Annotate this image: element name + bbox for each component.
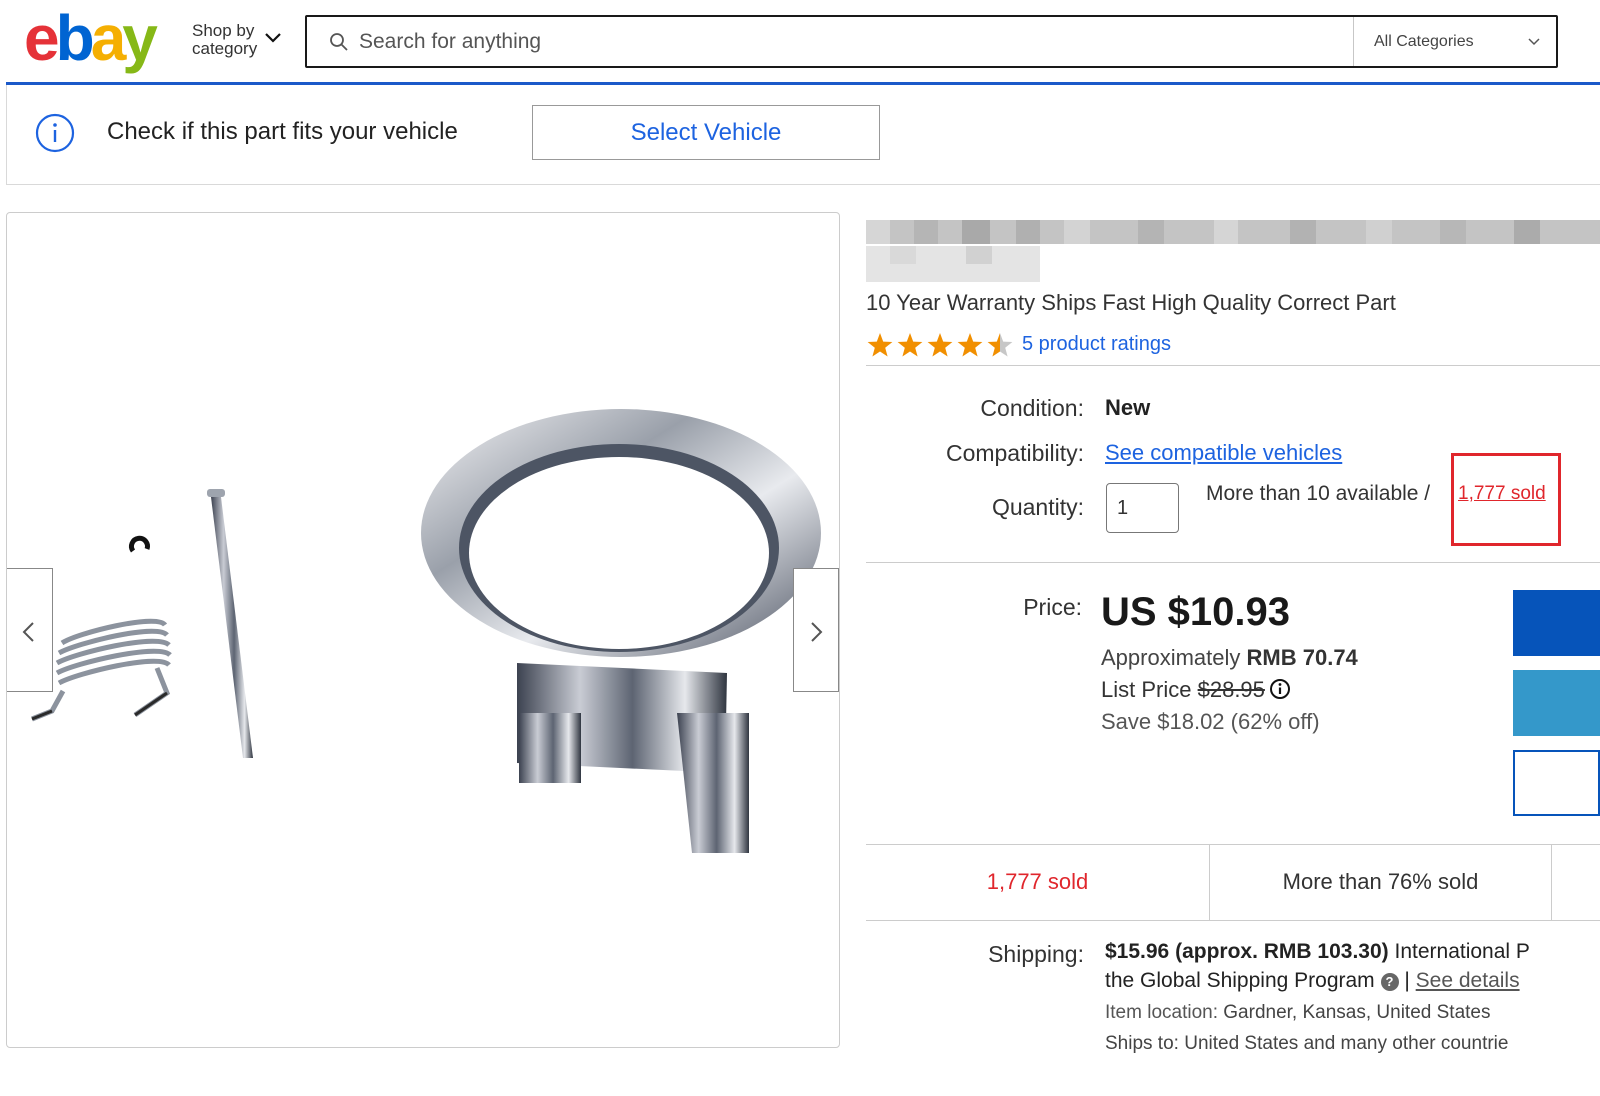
item-location-label: Item location: <box>1105 1002 1218 1023</box>
chevron-down-icon <box>1528 38 1540 46</box>
search-icon <box>330 33 348 51</box>
star-icon <box>957 333 983 357</box>
compatibility-label: Compatibility: <box>945 440 1084 466</box>
condition-value: New <box>1105 395 1151 420</box>
separator: | <box>1404 969 1410 992</box>
divider <box>866 365 1600 366</box>
product-image-gallery <box>6 212 840 1048</box>
search-input[interactable] <box>359 27 1339 57</box>
item-location-line: Item location: Gardner, Kansas, United S… <box>1105 1002 1491 1024</box>
category-select-label: All Categories <box>1374 33 1474 50</box>
shipping-approx: (approx. <box>1175 940 1258 963</box>
shop-by-label: Shop by <box>192 21 255 40</box>
approx-price: Approximately RMB 70.74 <box>1101 645 1358 671</box>
star-icon <box>897 333 923 357</box>
star-icon <box>987 333 1013 357</box>
list-price: List Price $28.95 <box>1101 677 1291 703</box>
savings-text: Save $18.02 (62% off) <box>1101 709 1320 734</box>
see-compatible-vehicles-link[interactable]: See compatible vehicles <box>1105 440 1342 466</box>
prev-image-button[interactable] <box>7 568 53 692</box>
see-details-link[interactable]: See details <box>1416 969 1520 992</box>
star-icon <box>867 333 893 357</box>
add-to-watchlist-button[interactable] <box>1513 750 1600 816</box>
shipping-rmb: RMB 103.30) <box>1263 940 1389 963</box>
shipping-program-line: the Global Shipping Program ? | See deta… <box>1105 969 1520 993</box>
ebay-logo[interactable]: ebay <box>24 8 180 74</box>
quantity-label: Quantity: <box>991 494 1084 520</box>
next-image-button[interactable] <box>793 568 839 692</box>
chevron-left-icon <box>22 622 34 642</box>
info-icon[interactable] <box>1269 678 1291 700</box>
condition-label: Condition: <box>980 395 1084 421</box>
category-select[interactable]: All Categories <box>1353 17 1558 66</box>
info-icon <box>35 113 75 153</box>
select-vehicle-button[interactable]: Select Vehicle <box>532 105 880 160</box>
divider <box>866 562 1600 563</box>
shipping-label: Shipping: <box>988 941 1084 967</box>
buy-it-now-button[interactable] <box>1513 590 1600 656</box>
shipping-cost-line: $15.96 (approx. RMB 103.30) Internationa… <box>1105 940 1530 964</box>
chevron-right-icon <box>811 622 823 642</box>
price-label: Price: <box>1023 594 1082 620</box>
product-image[interactable] <box>7 213 840 1048</box>
sold-percent: More than 76% sold <box>1210 845 1552 920</box>
help-icon[interactable]: ? <box>1380 973 1399 991</box>
list-price-value: $28.95 <box>1197 677 1265 702</box>
svg-text:ebay: ebay <box>24 8 158 74</box>
sales-stats-bar: 1,777 sold More than 76% sold <box>866 844 1600 921</box>
chevron-down-icon <box>265 33 281 43</box>
item-location: Gardner, Kansas, United States <box>1223 1002 1491 1023</box>
product-ratings-link[interactable]: 5 product ratings <box>1022 333 1171 356</box>
star-icon <box>927 333 953 357</box>
vehicle-fitment-bar: Check if this part fits your vehicle Sel… <box>6 85 1600 185</box>
rating-stars <box>867 333 1013 357</box>
shipping-program: the Global Shipping Program <box>1105 969 1375 992</box>
shipping-method: International P <box>1394 940 1530 963</box>
shop-by-category-button[interactable]: Shop by category <box>192 21 281 58</box>
search-bar: All Categories <box>305 15 1558 68</box>
add-to-cart-button[interactable] <box>1513 670 1600 736</box>
approx-prefix: Approximately <box>1101 645 1241 670</box>
category-label: category <box>192 39 258 58</box>
approx-value: RMB 70.74 <box>1246 645 1358 670</box>
highlight-box <box>1451 453 1561 546</box>
sold-count: 1,777 sold <box>866 845 1210 920</box>
price-value: US $10.93 <box>1101 590 1291 634</box>
list-price-label: List Price <box>1101 677 1192 702</box>
availability-text: More than 10 available / <box>1206 482 1431 505</box>
ships-to: United States and many other countrie <box>1184 1033 1509 1054</box>
ships-to-label: Ships to: <box>1105 1033 1179 1054</box>
item-subtitle: 10 Year Warranty Ships Fast High Quality… <box>866 290 1396 315</box>
shipping-cost: $15.96 <box>1105 940 1170 963</box>
fitment-message: Check if this part fits your vehicle <box>107 118 458 145</box>
quantity-input[interactable] <box>1106 483 1179 533</box>
blurred-item-title <box>866 220 1600 282</box>
ships-to-line: Ships to: United States and many other c… <box>1105 1033 1508 1055</box>
